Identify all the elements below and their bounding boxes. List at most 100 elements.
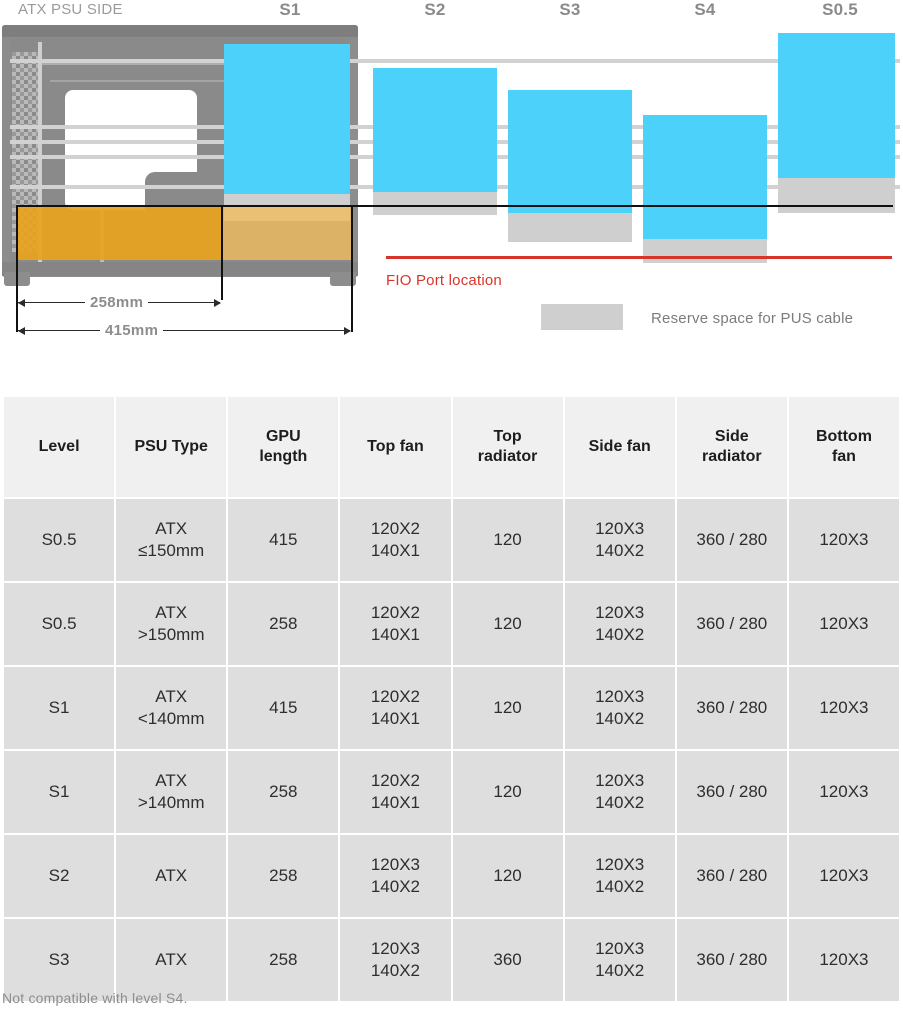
table-cell-side-fan: 120X3 140X2 <box>564 919 675 1001</box>
dim-arrow-left-415 <box>18 327 25 335</box>
table-cell-psu-type: ATX ≤150mm <box>116 499 227 581</box>
table-header-bottom-fan: Bottom fan <box>788 397 899 497</box>
table-cell-gpu-length: 258 <box>228 583 339 665</box>
table-cell-psu-type: ATX <140mm <box>116 667 227 749</box>
stack-s2 <box>373 68 497 215</box>
dim-arrow-right-258 <box>214 299 221 307</box>
compatibility-chart-page: ATX PSU SIDE S1 S2 S3 S4 S0.5 FIO Port l… <box>0 0 903 1015</box>
table-cell-top-radiator: 120 <box>452 667 563 749</box>
table-cell-psu-type: ATX >140mm <box>116 751 227 833</box>
stack-s05-blue <box>778 33 895 178</box>
table-row: S0.5 ATX >150mm 258 120X2 140X1 120 120X3 140X2 3… <box>4 583 899 665</box>
table-header-row: Level PSU Type GPU length Top fan Top radi… <box>4 397 899 497</box>
stack-s3-blue <box>508 90 632 213</box>
table-cell-side-fan: 120X3 140X2 <box>564 835 675 917</box>
gpu-reference-line <box>16 205 893 207</box>
table-cell-bottom-fan: 120X3 <box>788 919 899 1001</box>
footnote: Not compatible with level S4. <box>2 990 188 1006</box>
table-cell-top-fan: 120X3 140X2 <box>340 919 451 1001</box>
table-header-top-fan: Top fan <box>340 397 451 497</box>
dim-arrow-right-415 <box>344 327 351 335</box>
table-cell-level: S1 <box>4 751 115 833</box>
table-cell-top-radiator: 360 <box>452 919 563 1001</box>
fio-port-label: FIO Port location <box>386 272 502 289</box>
table-cell-top-radiator: 120 <box>452 751 563 833</box>
column-header-s05: S0.5 <box>822 0 858 19</box>
table-cell-psu-type: ATX >150mm <box>116 583 227 665</box>
table-cell-bottom-fan: 120X3 <box>788 835 899 917</box>
stack-s4-blue <box>643 115 767 239</box>
table-row: S1 ATX <140mm 415 120X2 140X1 120 120X3 140X2 360… <box>4 667 899 749</box>
stack-s05 <box>778 33 895 213</box>
stack-s2-gray <box>373 192 497 215</box>
table-header-gpu-length: GPU length <box>228 397 339 497</box>
column-header-s2: S2 <box>424 0 446 19</box>
table-cell-top-fan: 120X2 140X1 <box>340 583 451 665</box>
table-cell-bottom-fan: 120X3 <box>788 751 899 833</box>
table-cell-side-radiator: 360 / 280 <box>676 583 787 665</box>
table-cell-bottom-fan: 120X3 <box>788 499 899 581</box>
table-header-top-radiator: Top radiator <box>452 397 563 497</box>
dim-label-415: 415mm <box>100 322 164 339</box>
rail-line <box>10 59 900 63</box>
table-header-level: Level <box>4 397 115 497</box>
column-header-s4: S4 <box>694 0 716 19</box>
table-cell-side-radiator: 360 / 280 <box>676 751 787 833</box>
table-header-psu-type: PSU Type <box>116 397 227 497</box>
table-cell-level: S0.5 <box>4 583 115 665</box>
table-cell-side-fan: 120X3 140X2 <box>564 499 675 581</box>
stack-s3-gray <box>508 213 632 242</box>
table-cell-side-radiator: 360 / 280 <box>676 667 787 749</box>
table-cell-top-fan: 120X2 140X1 <box>340 751 451 833</box>
table-cell-top-radiator: 120 <box>452 835 563 917</box>
column-header-s1: S1 <box>279 0 301 19</box>
table-cell-gpu-length: 258 <box>228 919 339 1001</box>
table-cell-level: S2 <box>4 835 115 917</box>
table-cell-side-radiator: 360 / 280 <box>676 499 787 581</box>
table-row: S3 ATX 258 120X3 140X2 360 120X3 140X2 360 / 280… <box>4 919 899 1001</box>
compatibility-table: Level PSU Type GPU length Top fan Top radi… <box>2 395 901 1003</box>
table-cell-bottom-fan: 120X3 <box>788 667 899 749</box>
case-base <box>2 262 358 276</box>
dim-label-258: 258mm <box>85 294 149 311</box>
table-header-side-fan: Side fan <box>564 397 675 497</box>
table-cell-gpu-length: 415 <box>228 667 339 749</box>
fio-port-line <box>386 256 892 259</box>
table-cell-gpu-length: 415 <box>228 499 339 581</box>
table-cell-gpu-length: 258 <box>228 751 339 833</box>
table-cell-side-fan: 120X3 140X2 <box>564 751 675 833</box>
psu-zone-258 <box>16 205 222 260</box>
table-row: S2 ATX 258 120X3 140X2 120 120X3 140X2 360 / 280… <box>4 835 899 917</box>
dim-line-415 <box>18 330 350 331</box>
dim-arrow-left-258 <box>18 299 25 307</box>
table-cell-gpu-length: 258 <box>228 835 339 917</box>
case-top-strip <box>2 25 358 37</box>
column-header-s3: S3 <box>559 0 581 19</box>
table-cell-bottom-fan: 120X3 <box>788 583 899 665</box>
stack-s05-gray <box>778 178 895 213</box>
psu-zone-415 <box>222 205 353 260</box>
case-diagram: FIO Port location Reserve space for PUS … <box>0 22 903 367</box>
stack-s2-blue <box>373 68 497 192</box>
table-cell-psu-type: ATX <box>116 835 227 917</box>
dimension-edge-mid <box>221 205 223 300</box>
dimension-edge-left <box>16 205 18 332</box>
stack-s1-blue <box>224 44 350 194</box>
psu-side-label: ATX PSU SIDE <box>18 1 123 18</box>
stack-s4-gray <box>643 239 767 263</box>
table-cell-side-radiator: 360 / 280 <box>676 835 787 917</box>
table-cell-top-radiator: 120 <box>452 583 563 665</box>
table-header-side-radiator: Side radiator <box>676 397 787 497</box>
table-cell-level: S0.5 <box>4 499 115 581</box>
table-cell-top-fan: 120X3 140X2 <box>340 835 451 917</box>
table-cell-side-fan: 120X3 140X2 <box>564 667 675 749</box>
dimension-edge-right <box>351 205 353 332</box>
table-row: S0.5 ATX ≤150mm 415 120X2 140X1 120 120X3 140X2 3… <box>4 499 899 581</box>
legend-label-psu-cable: Reserve space for PUS cable <box>651 310 854 327</box>
table-cell-psu-type: ATX <box>116 919 227 1001</box>
stack-s3 <box>508 90 632 242</box>
table-row: S1 ATX >140mm 258 120X2 140X1 120 120X3 140X2 360… <box>4 751 899 833</box>
table-cell-side-radiator: 360 / 280 <box>676 919 787 1001</box>
table-cell-top-fan: 120X2 140X1 <box>340 499 451 581</box>
table-cell-side-fan: 120X3 140X2 <box>564 583 675 665</box>
